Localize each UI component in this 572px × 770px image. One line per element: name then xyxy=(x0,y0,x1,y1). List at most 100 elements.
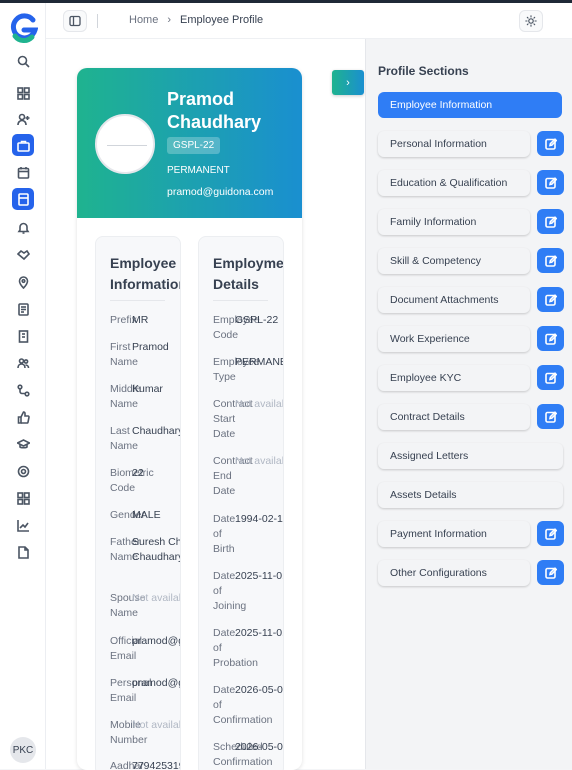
rail-location-button[interactable] xyxy=(12,271,34,293)
rail-dashboard-button[interactable] xyxy=(12,82,34,104)
field-value: 2025-11-01 xyxy=(235,570,284,582)
thumbs-up-icon xyxy=(17,410,30,424)
field-value: Pramod xyxy=(132,341,169,353)
rail-search-button[interactable] xyxy=(12,50,34,72)
edit-icon xyxy=(544,176,557,189)
field-value: PERMANENT xyxy=(235,356,283,368)
main-content: Pramod Chaudhary GSPL-22 PERMANENT pramo… xyxy=(46,39,365,770)
chart-icon xyxy=(16,519,29,532)
rail-graduation-button[interactable] xyxy=(12,433,34,455)
edit-section-button[interactable] xyxy=(537,209,564,234)
rail-flow-button[interactable] xyxy=(12,379,34,401)
profile-photo[interactable] xyxy=(95,114,155,174)
building-icon xyxy=(18,329,28,343)
field-value: 779425319 xyxy=(132,760,181,770)
rail-file-button[interactable] xyxy=(12,541,34,563)
section-item[interactable]: Education & Qualification xyxy=(378,170,530,196)
left-icon-rail: PKC xyxy=(0,3,46,769)
section-item[interactable]: Contract Details xyxy=(378,404,530,430)
header-divider xyxy=(97,14,98,28)
edit-section-button[interactable] xyxy=(537,365,564,390)
handshake-icon xyxy=(16,249,30,260)
field-value: Not available xyxy=(235,398,283,410)
field-value: Kumar xyxy=(132,383,163,395)
employment-details-title: Employment Details xyxy=(213,255,284,292)
field-value: 1994-02-17 xyxy=(235,513,284,525)
bell-icon xyxy=(17,222,29,234)
edit-section-button[interactable] xyxy=(537,287,564,312)
profile-card: Pramod Chaudhary GSPL-22 PERMANENT pramo… xyxy=(77,68,302,770)
edit-section-button[interactable] xyxy=(537,131,564,156)
profile-header: Pramod Chaudhary GSPL-22 PERMANENT pramo… xyxy=(77,68,302,218)
employee-code-badge: GSPL-22 xyxy=(167,137,221,154)
rail-building-button[interactable] xyxy=(12,325,34,347)
profile-sections-title: Profile Sections xyxy=(378,64,469,78)
rail-bell-button[interactable] xyxy=(12,216,34,238)
sections-panel-toggle-button[interactable]: › xyxy=(332,70,364,95)
section-item[interactable]: Employee Information xyxy=(378,92,562,118)
rail-gear-button[interactable] xyxy=(12,460,34,482)
receipt-icon xyxy=(17,302,29,316)
rail-add-user-button[interactable] xyxy=(12,108,34,130)
section-item[interactable]: Personal Information xyxy=(378,131,530,157)
breadcrumb: Home › Employee Profile xyxy=(129,14,263,26)
section-item[interactable]: Assets Details xyxy=(378,482,563,508)
employee-information-title: Employee Information xyxy=(110,255,181,292)
edit-section-button[interactable] xyxy=(537,560,564,585)
edit-icon xyxy=(544,293,557,306)
gear-icon xyxy=(17,465,29,477)
employment-type: PERMANENT xyxy=(167,165,230,176)
edit-section-button[interactable] xyxy=(537,326,564,351)
section-item[interactable]: Work Experience xyxy=(378,326,530,352)
app-logo[interactable] xyxy=(10,12,39,44)
field-value: 2025-11-01 xyxy=(235,627,284,639)
add-user-icon xyxy=(16,113,29,125)
breadcrumb-separator-icon: › xyxy=(167,14,172,26)
rail-receipt-button[interactable] xyxy=(12,298,34,320)
edit-icon xyxy=(544,215,557,228)
edit-section-button[interactable] xyxy=(537,170,564,195)
sidebar-collapse-button[interactable] xyxy=(63,10,87,32)
rail-handshake-button[interactable] xyxy=(12,243,34,265)
section-item[interactable]: Skill & Competency xyxy=(378,248,530,274)
team-icon xyxy=(16,357,29,368)
divider xyxy=(213,300,268,301)
section-item[interactable]: Employee KYC xyxy=(378,365,530,391)
edit-icon xyxy=(544,566,557,579)
sun-icon xyxy=(525,15,537,27)
rail-thumbs-up-button[interactable] xyxy=(12,406,34,428)
section-item[interactable]: Assigned Letters xyxy=(378,443,563,469)
section-item[interactable]: Payment Information xyxy=(378,521,530,547)
rail-document-button[interactable] xyxy=(12,188,34,210)
field-value: 22 xyxy=(132,467,144,479)
edit-icon xyxy=(544,332,557,345)
edit-icon xyxy=(544,371,557,384)
flow-icon xyxy=(16,383,30,397)
user-avatar[interactable]: PKC xyxy=(10,737,36,763)
edit-icon xyxy=(544,137,557,150)
field-value: 2026-05-01 xyxy=(235,684,284,696)
rail-grid-button[interactable] xyxy=(12,487,34,509)
edit-section-button[interactable] xyxy=(537,248,564,273)
rail-briefcase-button[interactable] xyxy=(12,134,34,156)
theme-toggle-button[interactable] xyxy=(519,10,543,32)
section-item[interactable]: Other Configurations xyxy=(378,560,530,586)
edit-section-button[interactable] xyxy=(537,404,564,429)
field-value: Not available xyxy=(132,592,180,604)
section-item[interactable]: Document Attachments xyxy=(378,287,530,313)
dashboard-icon xyxy=(16,86,30,100)
rail-calendar-button[interactable] xyxy=(12,161,34,183)
edit-icon xyxy=(544,527,557,540)
rail-chart-button[interactable] xyxy=(12,514,34,536)
section-item[interactable]: Family Information xyxy=(378,209,530,235)
rail-team-button[interactable] xyxy=(12,352,34,374)
breadcrumb-home[interactable]: Home xyxy=(129,14,158,26)
edit-section-button[interactable] xyxy=(537,521,564,546)
divider xyxy=(110,300,165,301)
calendar-icon xyxy=(17,166,29,179)
search-icon xyxy=(17,55,30,68)
employee-email: pramod@guidona.com xyxy=(167,186,274,198)
top-header: Home › Employee Profile xyxy=(46,3,572,39)
field-value: Not available xyxy=(235,455,283,467)
edit-icon xyxy=(544,410,557,423)
